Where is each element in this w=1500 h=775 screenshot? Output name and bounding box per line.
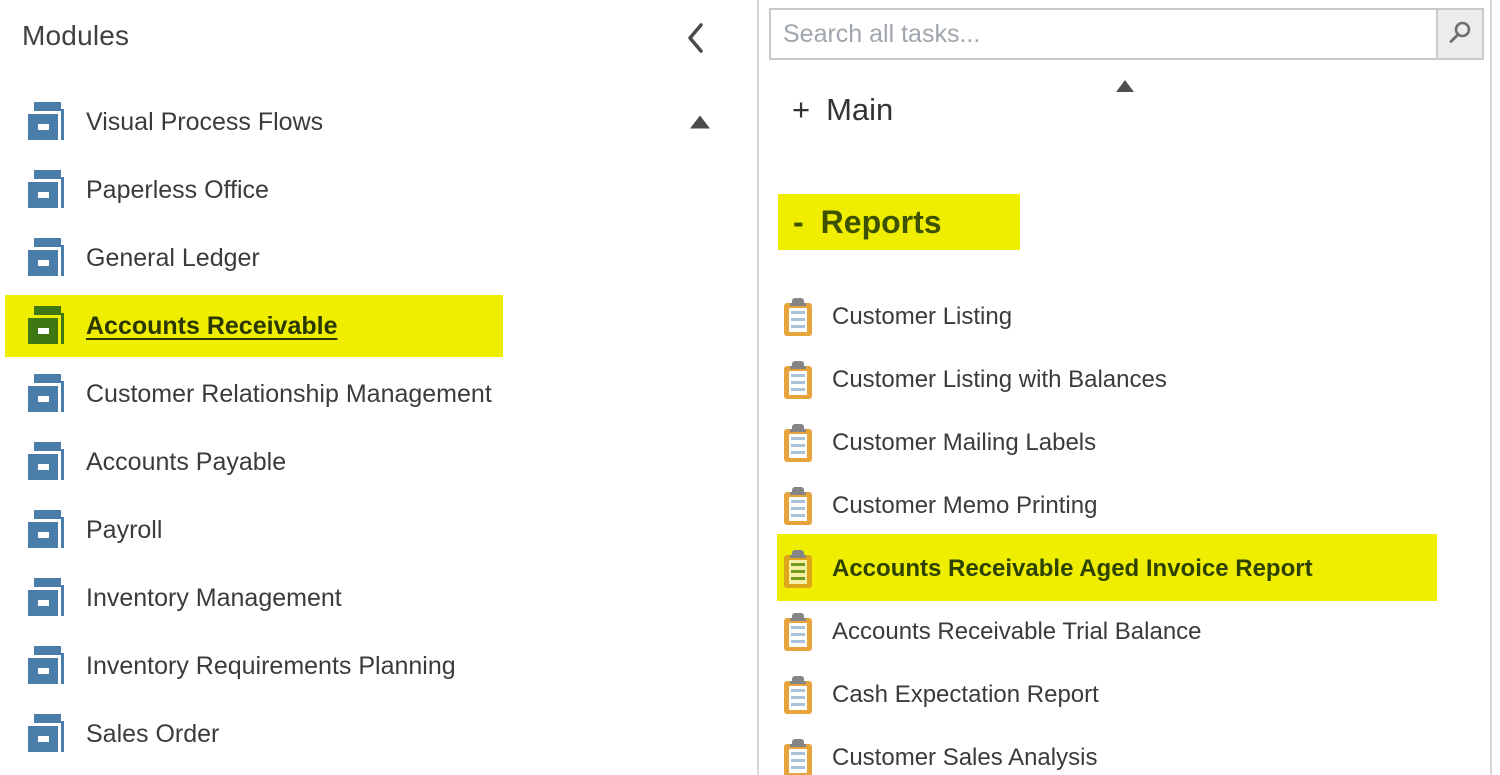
task-group-label: Main bbox=[826, 92, 893, 128]
module-item-customer-relationship-management[interactable]: Customer Relationship Management bbox=[0, 360, 757, 428]
task-group-main[interactable]: + Main bbox=[792, 92, 893, 128]
module-item-label: Accounts Receivable bbox=[86, 312, 338, 341]
task-item-label: Customer Listing with Balances bbox=[832, 366, 1167, 394]
clipboard-icon bbox=[784, 550, 812, 588]
modules-panel-title: Modules bbox=[22, 20, 129, 51]
module-item-label: Inventory Management bbox=[86, 584, 342, 613]
modules-list: Visual Process Flows Paperless Office Ge… bbox=[0, 88, 757, 768]
module-box-icon bbox=[28, 578, 65, 618]
search-button[interactable] bbox=[1436, 10, 1482, 58]
search-input[interactable] bbox=[771, 10, 1436, 58]
task-item-label: Customer Memo Printing bbox=[832, 492, 1097, 520]
module-box-icon bbox=[28, 714, 65, 754]
module-item-sales-order[interactable]: Sales Order bbox=[0, 700, 757, 768]
task-search-bar bbox=[769, 8, 1484, 60]
module-item-paperless-office[interactable]: Paperless Office bbox=[0, 156, 757, 224]
module-item-payroll[interactable]: Payroll bbox=[0, 496, 757, 564]
clipboard-icon bbox=[784, 424, 812, 462]
module-box-icon bbox=[28, 102, 65, 142]
task-group-reports[interactable]: - Reports bbox=[778, 194, 1020, 250]
task-item-cash-expectation-report[interactable]: Cash Expectation Report bbox=[759, 663, 1490, 726]
module-item-label: Payroll bbox=[86, 516, 162, 545]
task-item-customer-listing[interactable]: Customer Listing bbox=[759, 285, 1490, 348]
module-item-label: Inventory Requirements Planning bbox=[86, 652, 456, 681]
scroll-up-triangle-icon[interactable] bbox=[1116, 80, 1134, 92]
task-item-label: Customer Mailing Labels bbox=[832, 429, 1096, 457]
task-item-customer-listing-with-balances[interactable]: Customer Listing with Balances bbox=[759, 348, 1490, 411]
task-item-customer-memo-printing[interactable]: Customer Memo Printing bbox=[759, 474, 1490, 537]
modules-header: Modules bbox=[22, 20, 757, 64]
task-item-label: Cash Expectation Report bbox=[832, 681, 1099, 709]
module-item-label: General Ledger bbox=[86, 244, 260, 273]
module-box-icon bbox=[28, 646, 65, 686]
modules-panel: Modules Visual Process Flows Paperless O… bbox=[0, 0, 757, 775]
expand-plus-icon: + bbox=[792, 92, 810, 128]
module-item-inventory-requirements-planning[interactable]: Inventory Requirements Planning bbox=[0, 632, 757, 700]
clipboard-icon bbox=[784, 361, 812, 399]
clipboard-icon bbox=[784, 613, 812, 651]
module-item-inventory-management[interactable]: Inventory Management bbox=[0, 564, 757, 632]
module-item-label: Visual Process Flows bbox=[86, 108, 323, 137]
module-box-icon bbox=[28, 510, 65, 550]
task-item-label: Customer Listing bbox=[832, 303, 1012, 331]
clipboard-icon bbox=[784, 487, 812, 525]
tasks-panel: + Main - Reports Customer Listing Custom… bbox=[757, 0, 1492, 775]
module-item-label: Paperless Office bbox=[86, 176, 269, 205]
module-item-visual-process-flows[interactable]: Visual Process Flows bbox=[0, 88, 757, 156]
task-item-label: Accounts Receivable Trial Balance bbox=[832, 618, 1202, 646]
task-item-label: Accounts Receivable Aged Invoice Report bbox=[832, 555, 1313, 583]
module-item-general-ledger[interactable]: General Ledger bbox=[0, 224, 757, 292]
module-item-label: Accounts Payable bbox=[86, 448, 286, 477]
module-box-icon bbox=[28, 170, 65, 210]
module-item-accounts-payable[interactable]: Accounts Payable bbox=[0, 428, 757, 496]
clipboard-icon bbox=[784, 298, 812, 336]
clipboard-icon bbox=[784, 739, 812, 775]
collapse-up-triangle-icon[interactable] bbox=[690, 116, 710, 129]
task-item-customer-sales-analysis[interactable]: Customer Sales Analysis bbox=[759, 726, 1490, 775]
task-item-customer-mailing-labels[interactable]: Customer Mailing Labels bbox=[759, 411, 1490, 474]
collapse-panel-chevron-left-icon[interactable] bbox=[685, 22, 705, 54]
task-item-accounts-receivable-trial-balance[interactable]: Accounts Receivable Trial Balance bbox=[759, 600, 1490, 663]
module-item-label: Sales Order bbox=[86, 720, 219, 749]
module-item-label: Customer Relationship Management bbox=[86, 380, 492, 409]
tasks-list: Customer Listing Customer Listing with B… bbox=[759, 285, 1490, 775]
search-icon bbox=[1447, 20, 1473, 49]
task-item-label: Customer Sales Analysis bbox=[832, 744, 1097, 772]
module-item-accounts-receivable[interactable]: Accounts Receivable bbox=[0, 292, 757, 360]
clipboard-icon bbox=[784, 676, 812, 714]
module-box-icon bbox=[28, 238, 65, 278]
module-box-icon bbox=[28, 374, 65, 414]
task-group-label: Reports bbox=[821, 204, 942, 241]
module-box-icon bbox=[28, 306, 65, 346]
app-window: Modules Visual Process Flows Paperless O… bbox=[0, 0, 1500, 775]
module-box-icon bbox=[28, 442, 65, 482]
task-item-accounts-receivable-aged-invoice-report[interactable]: Accounts Receivable Aged Invoice Report bbox=[759, 537, 1490, 600]
collapse-minus-icon: - bbox=[793, 204, 804, 241]
